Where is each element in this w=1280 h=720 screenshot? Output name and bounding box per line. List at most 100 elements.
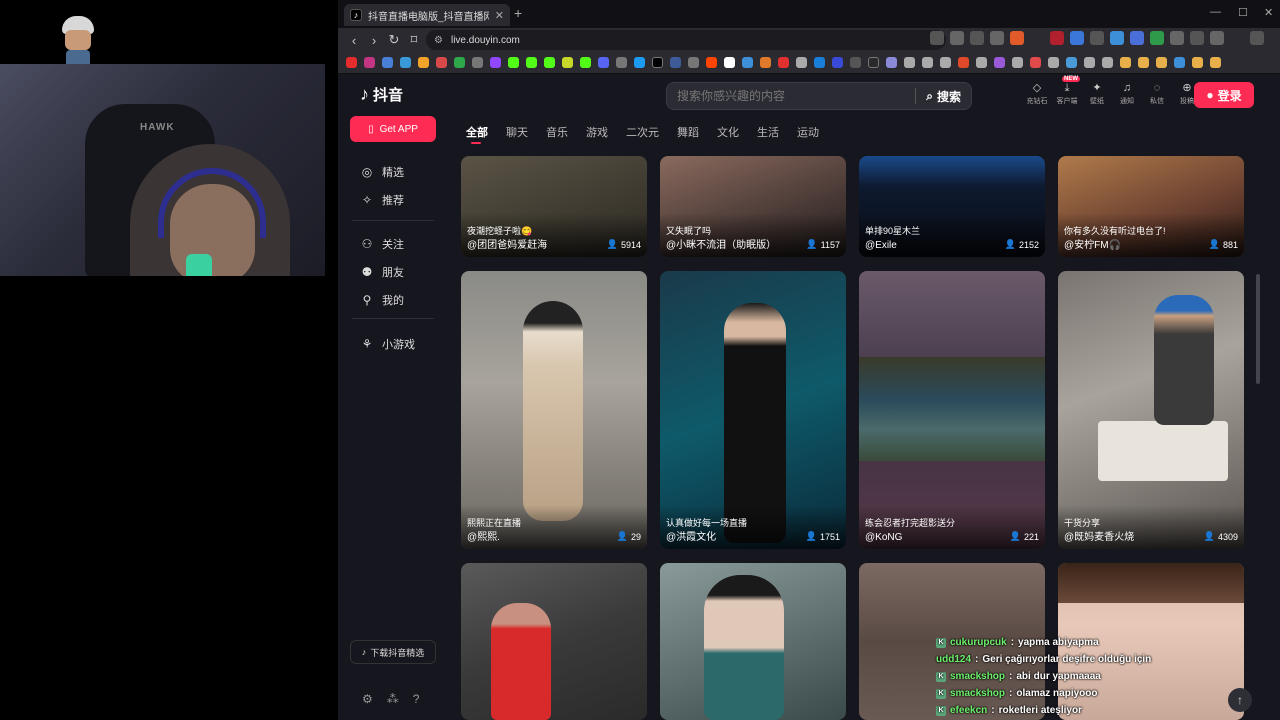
extension-icon[interactable] bbox=[1190, 31, 1204, 45]
bookmark-x-icon[interactable] bbox=[652, 57, 663, 68]
sidebar-item-following[interactable]: ⚇ 关注 bbox=[360, 236, 404, 252]
profile-icon[interactable] bbox=[1250, 31, 1264, 45]
tab-all[interactable]: 全部 bbox=[466, 124, 488, 144]
bookmark-icon[interactable] bbox=[760, 57, 771, 68]
bookmark-icon[interactable] bbox=[562, 57, 573, 68]
bookmark-kick-icon[interactable] bbox=[544, 57, 555, 68]
bookmark-youtube-icon[interactable] bbox=[346, 57, 357, 68]
bookmark-gmail-icon[interactable] bbox=[436, 57, 447, 68]
live-card[interactable]: 认真做好每一场直播 @洪霞文化 👤 1751 bbox=[660, 271, 846, 549]
bookmark-icon[interactable] bbox=[796, 57, 807, 68]
extension-icon[interactable] bbox=[990, 31, 1004, 45]
bookmark-folder-icon[interactable] bbox=[1138, 57, 1149, 68]
tab-anime[interactable]: 二次元 bbox=[626, 124, 659, 140]
tab-chat[interactable]: 聊天 bbox=[506, 124, 528, 140]
maximize-icon[interactable]: ☐ bbox=[1238, 6, 1248, 19]
extension-icon[interactable] bbox=[930, 31, 944, 45]
live-card[interactable]: 练会忍者打完超影送分 @KoNG 👤 221 bbox=[859, 271, 1045, 549]
bookmark-icon[interactable] bbox=[814, 57, 825, 68]
sidebar-item-featured[interactable]: ◎ 精选 bbox=[360, 164, 404, 180]
music-icon[interactable] bbox=[1230, 31, 1244, 45]
bookmark-icon[interactable] bbox=[994, 57, 1005, 68]
bookmark-icon[interactable] bbox=[724, 57, 735, 68]
sidebar-item-recommend[interactable]: ✧ 推荐 bbox=[360, 192, 404, 208]
brave-shield-icon[interactable] bbox=[1010, 31, 1024, 45]
notification-button[interactable]: ♫ 通知 bbox=[1114, 80, 1140, 106]
live-card[interactable]: 又失眠了吗 @小眯不流泪（助眠版） 👤 1157 bbox=[660, 156, 846, 257]
bookmark-icon[interactable] bbox=[616, 57, 627, 68]
forward-icon[interactable]: › bbox=[364, 33, 384, 48]
extension-icon[interactable] bbox=[950, 31, 964, 45]
bookmark-icon[interactable] bbox=[922, 57, 933, 68]
tab-culture[interactable]: 文化 bbox=[717, 124, 739, 140]
menu-icon[interactable] bbox=[1270, 31, 1280, 45]
bookmark-icon[interactable] bbox=[1048, 57, 1059, 68]
live-card[interactable] bbox=[660, 563, 846, 720]
bookmark-icon[interactable] bbox=[778, 57, 789, 68]
client-download-button[interactable]: NEW ⤓ 客户端 bbox=[1054, 76, 1080, 106]
extension-icon[interactable] bbox=[1070, 31, 1084, 45]
extension-icon[interactable] bbox=[1150, 31, 1164, 45]
extension-icon[interactable] bbox=[1110, 31, 1124, 45]
bookmark-icon[interactable]: ⌑ bbox=[404, 32, 424, 48]
help-icon[interactable]: ? bbox=[413, 692, 420, 706]
bookmark-folder-icon[interactable] bbox=[1120, 57, 1131, 68]
bookmark-folder-icon[interactable] bbox=[1192, 57, 1203, 68]
bookmark-icon[interactable] bbox=[940, 57, 951, 68]
page-scrollbar[interactable] bbox=[1256, 274, 1260, 384]
tab-life[interactable]: 生活 bbox=[757, 124, 779, 140]
bookmark-icon[interactable] bbox=[418, 57, 429, 68]
bookmark-icon[interactable] bbox=[976, 57, 987, 68]
bookmark-folder-icon[interactable] bbox=[1156, 57, 1167, 68]
tab-games[interactable]: 游戏 bbox=[586, 124, 608, 140]
back-icon[interactable]: ‹ bbox=[344, 33, 364, 48]
search-input[interactable] bbox=[667, 89, 916, 103]
bookmark-icon[interactable] bbox=[868, 57, 879, 68]
minimize-icon[interactable]: — bbox=[1210, 6, 1221, 18]
close-icon[interactable]: ✕ bbox=[495, 9, 504, 22]
extension-icon[interactable] bbox=[1090, 31, 1104, 45]
message-button[interactable]: ◌ 私信 bbox=[1144, 80, 1170, 106]
reload-icon[interactable]: ↻ bbox=[384, 32, 404, 48]
bookmark-icon[interactable] bbox=[1012, 57, 1023, 68]
live-card[interactable] bbox=[461, 563, 647, 720]
bookmark-folder-icon[interactable] bbox=[1210, 57, 1221, 68]
bookmark-icon[interactable] bbox=[886, 57, 897, 68]
site-info-icon[interactable]: ⚙ bbox=[434, 35, 443, 46]
bookmark-icon[interactable] bbox=[1084, 57, 1095, 68]
address-bar[interactable]: ⚙ live.douyin.com bbox=[426, 30, 946, 50]
live-card[interactable]: 熙熙正在直播 @熙熙. 👤 29 bbox=[461, 271, 647, 549]
settings-icon[interactable]: ⚙ bbox=[362, 692, 373, 706]
bookmark-icon[interactable] bbox=[382, 57, 393, 68]
login-button[interactable]: ● 登录 bbox=[1194, 82, 1254, 108]
sidebar-item-minigames[interactable]: ⚘ 小游戏 bbox=[360, 336, 415, 352]
bookmark-kick-icon[interactable] bbox=[580, 57, 591, 68]
tab-douyin[interactable]: ♪ 抖音直播电脑版_抖音直播网页版 ✕ bbox=[344, 4, 510, 26]
bookmark-icon[interactable] bbox=[634, 57, 645, 68]
download-douyin-button[interactable]: ♪ 下载抖音精选 bbox=[350, 640, 436, 664]
bookmark-icon[interactable] bbox=[1030, 57, 1041, 68]
bookmark-icon[interactable] bbox=[850, 57, 861, 68]
bookmark-instagram-icon[interactable] bbox=[364, 57, 375, 68]
sidebar-item-me[interactable]: ⚲ 我的 bbox=[360, 292, 404, 308]
bookmark-twitch-icon[interactable] bbox=[490, 57, 501, 68]
bookmark-icon[interactable] bbox=[832, 57, 843, 68]
extension-icon[interactable] bbox=[1130, 31, 1144, 45]
live-card[interactable]: 单排90星木兰 @Exile 👤 2152 bbox=[859, 156, 1045, 257]
bookmark-icon[interactable] bbox=[1174, 57, 1185, 68]
bookmark-reddit-icon[interactable] bbox=[706, 57, 717, 68]
bookmark-icon[interactable] bbox=[958, 57, 969, 68]
live-card[interactable]: 干货分享 @既妈麦香火烧 👤 4309 bbox=[1058, 271, 1244, 549]
get-app-button[interactable]: ▯ Get APP bbox=[350, 116, 436, 142]
bookmark-discord-icon[interactable] bbox=[598, 57, 609, 68]
bookmark-icon[interactable] bbox=[904, 57, 915, 68]
recharge-button[interactable]: ◇ 充钻石 bbox=[1024, 80, 1050, 106]
douyin-logo[interactable]: ♪ 抖音 bbox=[360, 84, 403, 105]
bookmark-icon[interactable] bbox=[1102, 57, 1113, 68]
live-card[interactable]: 夜潮挖蛏子啦😋 @团团爸妈爱赶海 👤 5914 bbox=[461, 156, 647, 257]
extension-icon[interactable] bbox=[1030, 31, 1044, 45]
live-card[interactable]: 你有多久没有听过电台了! @安柠FM🎧 👤 881 bbox=[1058, 156, 1244, 257]
extension-icon[interactable] bbox=[970, 31, 984, 45]
puzzle-icon[interactable] bbox=[1170, 31, 1184, 45]
window-close-icon[interactable]: ✕ bbox=[1264, 6, 1273, 19]
